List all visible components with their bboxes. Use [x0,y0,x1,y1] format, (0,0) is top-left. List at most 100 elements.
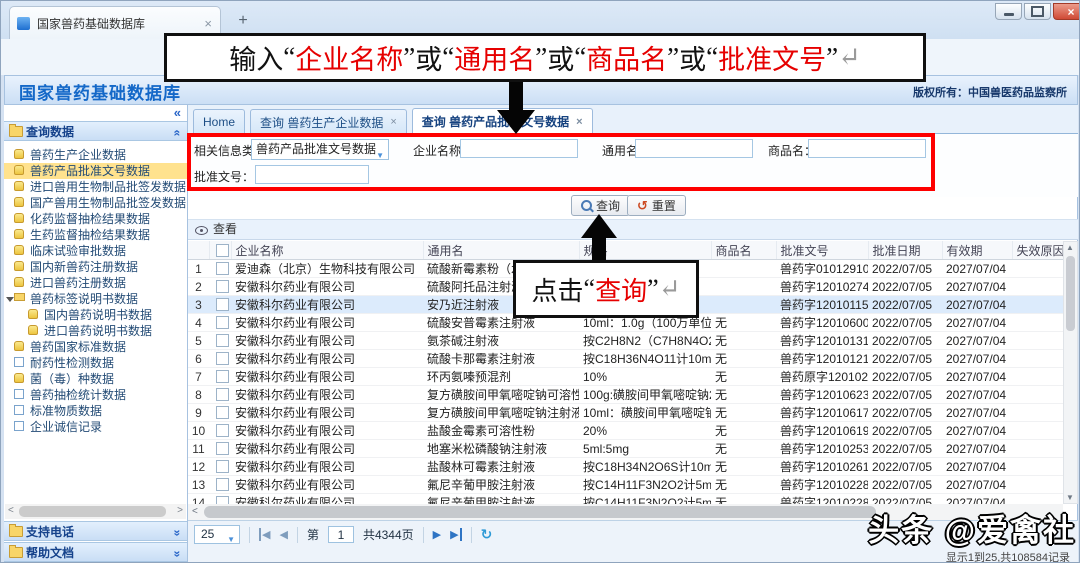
select-all-checkbox[interactable] [216,244,229,257]
row-checkbox[interactable] [216,406,229,419]
column-header[interactable]: 有效期 [942,241,1012,260]
row-checkbox[interactable] [216,298,229,311]
grid-vscrollbar[interactable]: ▲ ▼ [1063,241,1078,504]
app-tab[interactable]: Home [193,109,245,134]
tree-item[interactable]: 进口兽药注册数据 [4,275,187,291]
row-checkbox[interactable] [216,280,229,293]
row-checkbox[interactable] [216,424,229,437]
scroll-left-icon[interactable]: < [192,506,198,517]
view-toolbar[interactable]: 查看 [188,219,1078,240]
scrollbar-thumb[interactable] [1066,256,1075,331]
annotation-arrow-up-head [581,214,617,238]
scrollbar-thumb[interactable] [19,506,166,517]
sidebar-panel-query-data[interactable]: 查询数据 « [4,121,187,141]
tree-item[interactable]: 兽药生产企业数据 [4,147,187,163]
tree-item[interactable]: 国内兽药说明书数据 [4,307,187,323]
table-row[interactable]: 5安徽科尔药业有限公司氨茶碱注射液按C2H8N2（C7H8N4O2）2-2无兽药… [188,332,1063,350]
table-row[interactable]: 8安徽科尔药业有限公司复方磺胺间甲氧嘧啶钠可溶性100g:磺胺间甲氧嘧啶钠20g… [188,386,1063,404]
table-cell: 2027/07/04 [942,350,1012,368]
column-header[interactable]: 批准文号 [776,241,868,260]
total-pages-label: 共4344页 [363,526,414,543]
tree-item[interactable]: 生药监督抽检结果数据 [4,227,187,243]
column-header[interactable]: 商品名 [711,241,776,260]
folder-icon [9,526,23,537]
app-tab[interactable]: 查询 兽药生产企业数据× [250,109,407,134]
first-page-button[interactable]: ◀ [259,528,270,541]
page-number-input[interactable]: 1 [328,526,354,543]
tree-item[interactable]: 临床试验审批数据 [4,243,187,259]
row-checkbox[interactable] [216,388,229,401]
table-row[interactable]: 11安徽科尔药业有限公司地塞米松磷酸钠注射液5ml:5mg无兽药字1201025… [188,440,1063,458]
tree-item[interactable]: 耐药性检测数据 [4,355,187,371]
database-icon [14,197,24,207]
refresh-grid-icon[interactable]: ↻ [481,526,493,543]
tab-close-icon[interactable]: × [576,116,582,128]
separator [471,527,472,543]
tree-item[interactable]: 兽药标签说明书数据 [4,291,187,307]
last-page-button[interactable]: ▶ [450,528,461,541]
sidebar-collapse-icon[interactable]: « [174,105,181,120]
row-checkbox[interactable] [216,352,229,365]
table-cell: 安徽科尔药业有限公司 [231,278,423,296]
close-button[interactable]: × [1053,3,1080,20]
tree-item[interactable]: 标准物质数据 [4,403,187,419]
tree-item[interactable]: 进口兽药说明书数据 [4,323,187,339]
column-header[interactable]: 通用名 [423,241,579,260]
sidebar-panel-support-phone[interactable]: 支持电话 » [4,521,187,541]
tree-item[interactable]: 企业诚信记录 [4,419,187,435]
column-header[interactable]: 批准日期 [868,241,942,260]
tree-item[interactable]: 国产兽用生物制品批签发数据 [4,195,187,211]
annotation-arrow-up [592,237,606,261]
separator [423,527,424,543]
next-page-button[interactable]: ▶ [433,528,441,541]
chevron-down-icon[interactable]: » [169,551,187,558]
scroll-left-icon[interactable]: < [8,505,14,516]
expander-icon[interactable] [6,297,14,302]
row-checkbox[interactable] [216,370,229,383]
scroll-right-icon[interactable]: > [177,505,183,516]
prev-page-button[interactable]: ◀ [279,528,287,541]
column-header[interactable]: 企业名称 [231,241,423,260]
table-row[interactable]: 10安徽科尔药业有限公司盐酸金霉素可溶性粉20%无兽药字120106197202… [188,422,1063,440]
tree-item[interactable]: 兽药产品批准文号数据 [4,163,187,179]
table-cell: 2022/07/05 [868,350,942,368]
annotation-arrow-down-head [497,110,535,134]
reset-button[interactable]: ↺ 重置 [627,195,686,216]
table-cell [1012,314,1063,332]
tab-close-icon[interactable]: × [204,16,212,31]
table-row[interactable]: 13安徽科尔药业有限公司氟尼辛葡甲胺注射液按C14H11F3N2O2计5ml:2… [188,476,1063,494]
row-checkbox[interactable] [216,334,229,347]
page-size-select[interactable]: 25 ▼ [194,525,240,544]
row-checkbox[interactable] [216,460,229,473]
tree-item[interactable]: 兽药国家标准数据 [4,339,187,355]
sidebar-hscrollbar[interactable]: < > [5,504,186,519]
tree-item[interactable]: 菌（毒）种数据 [4,371,187,387]
table-cell: 2022/07/05 [868,368,942,386]
table-row[interactable]: 9安徽科尔药业有限公司复方磺胺间甲氧嘧啶钠注射液10ml：磺胺间甲氧嘧啶钠2g+… [188,404,1063,422]
tree-item[interactable]: 兽药抽检统计数据 [4,387,187,403]
scroll-up-icon[interactable]: ▲ [1066,243,1074,252]
new-tab-button[interactable]: + [231,10,255,32]
table-row[interactable]: 7安徽科尔药业有限公司环丙氨嗪预混剂10%无兽药原字1201020792022/… [188,368,1063,386]
tree-item-label: 生药监督抽检结果数据 [30,228,150,242]
column-header[interactable]: 失效原因 [1012,241,1063,260]
annotation-text-segment: ” [535,42,547,73]
tab-close-icon[interactable]: × [390,116,396,128]
row-checkbox[interactable] [216,316,229,329]
row-checkbox[interactable] [216,442,229,455]
search-button[interactable]: 查询 [571,195,630,216]
maximize-button[interactable] [1024,3,1051,20]
row-checkbox[interactable] [216,478,229,491]
chevron-up-icon[interactable]: « [169,130,187,137]
table-row[interactable]: 12安徽科尔药业有限公司盐酸林可霉素注射液按C18H34N2O6S计10ml:1… [188,458,1063,476]
scrollbar-thumb[interactable] [204,506,876,518]
scroll-down-icon[interactable]: ▼ [1066,493,1074,502]
tree-item[interactable]: 化药监督抽检结果数据 [4,211,187,227]
tree-item[interactable]: 进口兽用生物制品批签发数据 [4,179,187,195]
minimize-button[interactable] [995,3,1022,20]
row-checkbox[interactable] [216,262,229,275]
tree-item[interactable]: 国内新兽药注册数据 [4,259,187,275]
sidebar-panel-help-docs[interactable]: 帮助文档 » [4,542,187,562]
table-row[interactable]: 6安徽科尔药业有限公司硫酸卡那霉素注射液按C18H36N4O11计10ml:1.… [188,350,1063,368]
chevron-down-icon[interactable]: » [169,530,187,537]
